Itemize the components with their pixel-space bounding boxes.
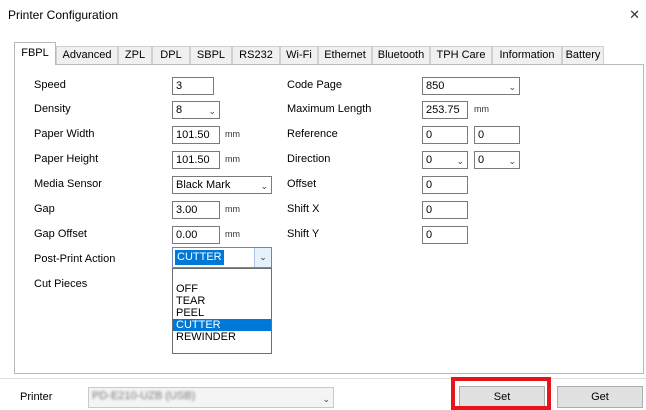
gap-unit: mm bbox=[225, 204, 240, 214]
tab-zpl[interactable]: ZPL bbox=[118, 46, 152, 64]
tab-ethernet[interactable]: Ethernet bbox=[318, 46, 372, 64]
gap-offset-input[interactable]: 0.00 bbox=[172, 226, 220, 244]
tab-advanced[interactable]: Advanced bbox=[56, 46, 118, 64]
density-select[interactable]: 8 ⌄ bbox=[172, 101, 220, 119]
shift-y-label: Shift Y bbox=[287, 228, 320, 240]
chevron-down-icon[interactable]: ⌄ bbox=[254, 248, 271, 267]
printer-value: PD-E210-UZB (USB) bbox=[92, 390, 196, 402]
speed-label: Speed bbox=[34, 79, 66, 91]
cut-pieces-label: Cut Pieces bbox=[34, 278, 88, 290]
tab-wifi[interactable]: Wi-Fi bbox=[280, 46, 318, 64]
gap-offset-unit: mm bbox=[225, 229, 240, 239]
post-print-action-dropdown-list: OFF TEAR PEEL CUTTER REWINDER bbox=[172, 268, 272, 354]
reference-y-input[interactable]: 0 bbox=[474, 126, 520, 144]
reference-label: Reference bbox=[287, 128, 338, 140]
gap-label: Gap bbox=[34, 203, 55, 215]
paper-width-unit: mm bbox=[225, 129, 240, 139]
tab-rs232[interactable]: RS232 bbox=[232, 46, 280, 64]
printer-label: Printer bbox=[20, 391, 53, 403]
offset-label: Offset bbox=[287, 178, 317, 190]
paper-height-label: Paper Height bbox=[34, 153, 99, 165]
close-icon[interactable]: ✕ bbox=[629, 7, 640, 23]
title-bar: Printer Configuration ✕ bbox=[0, 0, 646, 30]
tab-information[interactable]: Information bbox=[492, 46, 562, 64]
tab-tph-care[interactable]: TPH Care bbox=[430, 46, 492, 64]
window-title: Printer Configuration bbox=[8, 8, 119, 22]
direction-select-1[interactable]: 0 ⌄ bbox=[422, 151, 468, 169]
chevron-down-icon: ⌄ bbox=[456, 156, 464, 166]
density-label: Density bbox=[34, 103, 71, 115]
direction-select-2[interactable]: 0 ⌄ bbox=[474, 151, 520, 169]
maximum-length-label: Maximum Length bbox=[287, 103, 372, 115]
direction-value-1: 0 bbox=[426, 154, 433, 166]
paper-height-input[interactable]: 101.50 bbox=[172, 151, 220, 169]
post-print-action-value: CUTTER bbox=[175, 250, 224, 265]
code-page-select[interactable]: 850 ⌄ bbox=[422, 77, 520, 95]
chevron-down-icon: ⌄ bbox=[260, 181, 268, 191]
shift-x-input[interactable]: 0 bbox=[422, 201, 468, 219]
option-rewinder[interactable]: REWINDER bbox=[173, 331, 271, 343]
media-sensor-select[interactable]: Black Mark ⌄ bbox=[172, 176, 272, 194]
option-off[interactable]: OFF bbox=[173, 283, 271, 295]
option-tear[interactable]: TEAR bbox=[173, 295, 271, 307]
annotation-highlight-box bbox=[451, 377, 551, 410]
option-cutter[interactable]: CUTTER bbox=[173, 319, 271, 331]
tab-bluetooth[interactable]: Bluetooth bbox=[372, 46, 430, 64]
chevron-down-icon: ⌄ bbox=[508, 156, 516, 166]
tab-battery[interactable]: Battery bbox=[562, 46, 604, 64]
tab-fbpl[interactable]: FBPL bbox=[14, 42, 56, 65]
maximum-length-input[interactable]: 253.75 bbox=[422, 101, 468, 119]
speed-input[interactable]: 3 bbox=[172, 77, 214, 95]
option-peel[interactable]: PEEL bbox=[173, 307, 271, 319]
direction-label: Direction bbox=[287, 153, 331, 165]
paper-width-input[interactable]: 101.50 bbox=[172, 126, 220, 144]
paper-width-label: Paper Width bbox=[34, 128, 95, 140]
chevron-down-icon: ⌄ bbox=[208, 106, 216, 116]
code-page-label: Code Page bbox=[287, 79, 343, 91]
maximum-length-unit: mm bbox=[474, 104, 489, 114]
shift-x-label: Shift X bbox=[287, 203, 320, 215]
paper-height-unit: mm bbox=[225, 154, 240, 164]
code-page-value: 850 bbox=[426, 80, 445, 92]
gap-offset-label: Gap Offset bbox=[34, 228, 87, 240]
chevron-down-icon: ⌄ bbox=[508, 82, 516, 92]
reference-x-input[interactable]: 0 bbox=[422, 126, 468, 144]
printer-select[interactable]: PD-E210-UZB (USB) ⌄ bbox=[88, 387, 334, 408]
get-button[interactable]: Get bbox=[557, 386, 643, 408]
post-print-action-label: Post-Print Action bbox=[34, 253, 116, 265]
media-sensor-value: Black Mark bbox=[176, 179, 231, 191]
gap-input[interactable]: 3.00 bbox=[172, 201, 220, 219]
tab-sbpl[interactable]: SBPL bbox=[190, 46, 232, 64]
offset-input[interactable]: 0 bbox=[422, 176, 468, 194]
tab-dpl[interactable]: DPL bbox=[152, 46, 190, 64]
direction-value-2: 0 bbox=[478, 154, 485, 166]
post-print-action-select[interactable]: CUTTER ⌄ bbox=[172, 247, 272, 268]
media-sensor-label: Media Sensor bbox=[34, 178, 102, 190]
shift-y-input[interactable]: 0 bbox=[422, 226, 468, 244]
density-value: 8 bbox=[176, 104, 183, 116]
chevron-down-icon: ⌄ bbox=[322, 394, 330, 404]
